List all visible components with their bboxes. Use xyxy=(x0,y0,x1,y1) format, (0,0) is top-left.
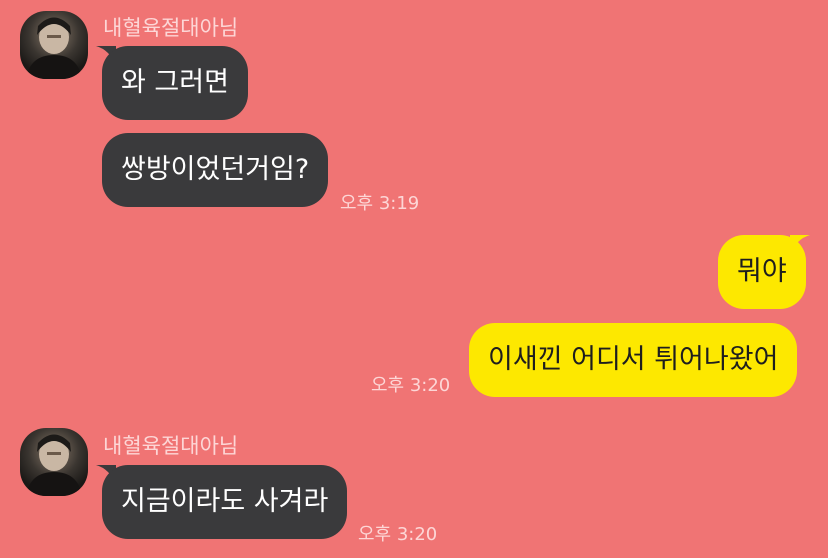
sender-avatar[interactable] xyxy=(20,428,88,496)
sender-name: 내혈육절대아님 xyxy=(103,434,239,458)
profile-photo-icon xyxy=(26,17,82,79)
message-timestamp: 오후 3:19 xyxy=(340,193,420,214)
sender-avatar[interactable] xyxy=(20,11,88,79)
message-timestamp: 오후 3:20 xyxy=(358,524,438,545)
message-timestamp: 오후 3:20 xyxy=(371,375,451,396)
message-bubble[interactable]: 쌍방이었던거임? xyxy=(102,133,329,207)
bubble-tail xyxy=(790,235,810,255)
sender-name: 내혈육절대아님 xyxy=(103,16,239,40)
message-bubble[interactable]: 이새낀 어디서 튀어나왔어 xyxy=(469,323,798,397)
message-bubble[interactable]: 지금이라도 사겨라 xyxy=(102,465,348,539)
profile-photo-icon xyxy=(26,434,82,496)
message-bubble[interactable]: 와 그러면 xyxy=(102,46,248,120)
